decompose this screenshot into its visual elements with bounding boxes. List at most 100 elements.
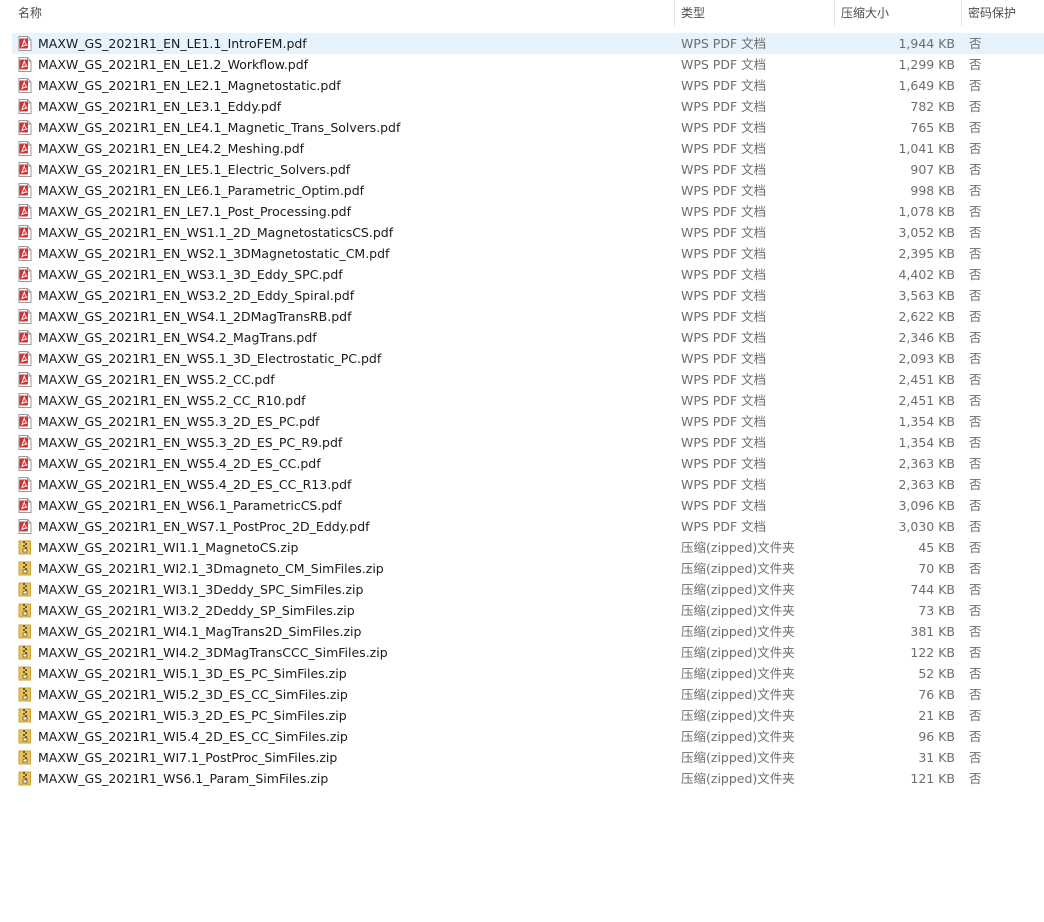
file-password-protected: 否	[969, 36, 982, 51]
file-password-protected: 否	[969, 561, 982, 576]
file-row[interactable]: MAXW_GS_2021R1_EN_LE6.1_Parametric_Optim…	[0, 180, 1044, 201]
file-row[interactable]: MAXW_GS_2021R1_EN_WS5.3_2D_ES_PC.pdf WPS …	[0, 411, 1044, 432]
file-row[interactable]: MAXW_GS_2021R1_EN_WS5.3_2D_ES_PC_R9.pdf W…	[0, 432, 1044, 453]
file-compressed-size: 3,030 KB	[898, 519, 955, 534]
file-row[interactable]: MAXW_GS_2021R1_WI5.1_3D_ES_PC_SimFiles.z…	[0, 663, 1044, 684]
file-row[interactable]: MAXW_GS_2021R1_EN_LE5.1_Electric_Solvers…	[0, 159, 1044, 180]
file-row[interactable]: MAXW_GS_2021R1_WI1.1_MagnetoCS.zip 压缩(zip…	[0, 537, 1044, 558]
file-type: 压缩(zipped)文件夹	[681, 561, 795, 576]
file-type: WPS PDF 文档	[681, 162, 767, 177]
file-type: WPS PDF 文档	[681, 372, 767, 387]
file-row[interactable]: MAXW_GS_2021R1_EN_LE1.1_IntroFEM.pdf WPS …	[0, 33, 1044, 54]
file-name: MAXW_GS_2021R1_EN_LE4.1_Magnetic_Trans_S…	[38, 120, 401, 135]
file-row[interactable]: MAXW_GS_2021R1_EN_WS6.1_ParametricCS.pdf…	[0, 495, 1044, 516]
zip-folder-icon	[18, 750, 32, 765]
file-compressed-size: 76 KB	[918, 687, 955, 702]
file-row[interactable]: MAXW_GS_2021R1_WI4.2_3DMagTransCCC_SimFi…	[0, 642, 1044, 663]
file-name: MAXW_GS_2021R1_WI5.4_2D_ES_CC_SimFiles.z…	[38, 729, 348, 744]
file-compressed-size: 73 KB	[918, 603, 955, 618]
file-type: WPS PDF 文档	[681, 288, 767, 303]
pdf-icon	[18, 414, 32, 429]
file-name: MAXW_GS_2021R1_EN_LE3.1_Eddy.pdf	[38, 99, 282, 114]
file-row[interactable]: MAXW_GS_2021R1_WI2.1_3Dmagneto_CM_SimFil…	[0, 558, 1044, 579]
file-row[interactable]: MAXW_GS_2021R1_EN_WS5.1_3D_Electrostatic…	[0, 348, 1044, 369]
file-password-protected: 否	[969, 645, 982, 660]
file-compressed-size: 2,093 KB	[898, 351, 955, 366]
file-row[interactable]: MAXW_GS_2021R1_EN_WS1.1_2D_Magnetostatic…	[0, 222, 1044, 243]
pdf-icon	[18, 246, 32, 261]
file-password-protected: 否	[969, 393, 982, 408]
file-compressed-size: 2,622 KB	[898, 309, 955, 324]
zip-folder-icon	[18, 624, 32, 639]
file-row[interactable]: MAXW_GS_2021R1_EN_WS5.4_2D_ES_CC_R13.pdf…	[0, 474, 1044, 495]
file-row[interactable]: MAXW_GS_2021R1_WI4.1_MagTrans2D_SimFiles…	[0, 621, 1044, 642]
file-password-protected: 否	[969, 225, 982, 240]
file-compressed-size: 45 KB	[918, 540, 955, 555]
file-list: MAXW_GS_2021R1_EN_LE1.1_IntroFEM.pdf WPS …	[0, 33, 1044, 789]
file-row[interactable]: MAXW_GS_2021R1_EN_LE1.2_Workflow.pdf WPS …	[0, 54, 1044, 75]
file-row[interactable]: MAXW_GS_2021R1_EN_WS2.1_3DMagnetostatic_…	[0, 243, 1044, 264]
file-password-protected: 否	[969, 141, 982, 156]
file-row[interactable]: MAXW_GS_2021R1_EN_LE7.1_Post_Processing.…	[0, 201, 1044, 222]
file-row[interactable]: MAXW_GS_2021R1_EN_WS5.2_CC_R10.pdf WPS PD…	[0, 390, 1044, 411]
file-compressed-size: 907 KB	[910, 162, 955, 177]
file-row[interactable]: MAXW_GS_2021R1_WI5.3_2D_ES_PC_SimFiles.z…	[0, 705, 1044, 726]
file-password-protected: 否	[969, 540, 982, 555]
file-name: MAXW_GS_2021R1_EN_LE5.1_Electric_Solvers…	[38, 162, 351, 177]
file-row[interactable]: MAXW_GS_2021R1_WI3.2_2Deddy_SP_SimFiles.…	[0, 600, 1044, 621]
file-compressed-size: 70 KB	[918, 561, 955, 576]
file-type: WPS PDF 文档	[681, 477, 767, 492]
file-password-protected: 否	[969, 708, 982, 723]
file-row[interactable]: MAXW_GS_2021R1_EN_WS5.4_2D_ES_CC.pdf WPS …	[0, 453, 1044, 474]
file-name: MAXW_GS_2021R1_EN_LE7.1_Post_Processing.…	[38, 204, 351, 219]
file-row[interactable]: MAXW_GS_2021R1_WI5.4_2D_ES_CC_SimFiles.z…	[0, 726, 1044, 747]
file-row[interactable]: MAXW_GS_2021R1_EN_WS5.2_CC.pdf WPS PDF 文档…	[0, 369, 1044, 390]
file-row[interactable]: MAXW_GS_2021R1_EN_WS4.1_2DMagTransRB.pdf…	[0, 306, 1044, 327]
column-header-type[interactable]: 类型	[675, 0, 834, 26]
pdf-icon	[18, 162, 32, 177]
file-name: MAXW_GS_2021R1_EN_WS5.1_3D_Electrostatic…	[38, 351, 382, 366]
file-row[interactable]: MAXW_GS_2021R1_EN_WS3.2_2D_Eddy_Spiral.p…	[0, 285, 1044, 306]
file-row[interactable]: MAXW_GS_2021R1_EN_LE2.1_Magnetostatic.pd…	[0, 75, 1044, 96]
pdf-icon	[18, 330, 32, 345]
file-row[interactable]: MAXW_GS_2021R1_WI3.1_3Deddy_SPC_SimFiles…	[0, 579, 1044, 600]
pdf-icon	[18, 99, 32, 114]
file-type: WPS PDF 文档	[681, 204, 767, 219]
file-name: MAXW_GS_2021R1_WI4.2_3DMagTransCCC_SimFi…	[38, 645, 388, 660]
file-name: MAXW_GS_2021R1_EN_WS3.1_3D_Eddy_SPC.pdf	[38, 267, 343, 282]
file-type: WPS PDF 文档	[681, 330, 767, 345]
file-compressed-size: 2,363 KB	[898, 477, 955, 492]
zip-folder-icon	[18, 666, 32, 681]
file-name: MAXW_GS_2021R1_EN_LE1.2_Workflow.pdf	[38, 57, 309, 72]
file-row[interactable]: MAXW_GS_2021R1_WI7.1_PostProc_SimFiles.z…	[0, 747, 1044, 768]
file-compressed-size: 765 KB	[910, 120, 955, 135]
file-compressed-size: 1,041 KB	[898, 141, 955, 156]
file-type: 压缩(zipped)文件夹	[681, 582, 795, 597]
file-row[interactable]: MAXW_GS_2021R1_WI5.2_3D_ES_CC_SimFiles.z…	[0, 684, 1044, 705]
file-row[interactable]: MAXW_GS_2021R1_EN_WS4.2_MagTrans.pdf WPS …	[0, 327, 1044, 348]
zip-folder-icon	[18, 645, 32, 660]
pdf-icon	[18, 141, 32, 156]
file-name: MAXW_GS_2021R1_WI3.1_3Deddy_SPC_SimFiles…	[38, 582, 364, 597]
file-compressed-size: 4,402 KB	[898, 267, 955, 282]
pdf-icon	[18, 267, 32, 282]
file-name: MAXW_GS_2021R1_EN_WS3.2_2D_Eddy_Spiral.p…	[38, 288, 355, 303]
file-name: MAXW_GS_2021R1_WI4.1_MagTrans2D_SimFiles…	[38, 624, 362, 639]
zip-folder-icon	[18, 540, 32, 555]
file-name: MAXW_GS_2021R1_WI5.2_3D_ES_CC_SimFiles.z…	[38, 687, 348, 702]
file-row[interactable]: MAXW_GS_2021R1_EN_WS3.1_3D_Eddy_SPC.pdf W…	[0, 264, 1044, 285]
file-type: 压缩(zipped)文件夹	[681, 645, 795, 660]
file-row[interactable]: MAXW_GS_2021R1_EN_LE4.1_Magnetic_Trans_S…	[0, 117, 1044, 138]
file-name: MAXW_GS_2021R1_EN_WS5.4_2D_ES_CC.pdf	[38, 456, 321, 471]
file-type: WPS PDF 文档	[681, 246, 767, 261]
column-header-password-protected[interactable]: 密码保护	[962, 0, 1044, 26]
file-row[interactable]: MAXW_GS_2021R1_EN_LE4.2_Meshing.pdf WPS P…	[0, 138, 1044, 159]
column-header-compressed-size[interactable]: 压缩大小	[835, 0, 961, 26]
file-compressed-size: 2,363 KB	[898, 456, 955, 471]
file-password-protected: 否	[969, 120, 982, 135]
file-name: MAXW_GS_2021R1_EN_WS5.2_CC_R10.pdf	[38, 393, 306, 408]
file-row[interactable]: MAXW_GS_2021R1_WS6.1_Param_SimFiles.zip 压…	[0, 768, 1044, 789]
pdf-icon	[18, 309, 32, 324]
file-row[interactable]: MAXW_GS_2021R1_EN_WS7.1_PostProc_2D_Eddy…	[0, 516, 1044, 537]
file-row[interactable]: MAXW_GS_2021R1_EN_LE3.1_Eddy.pdf WPS PDF …	[0, 96, 1044, 117]
